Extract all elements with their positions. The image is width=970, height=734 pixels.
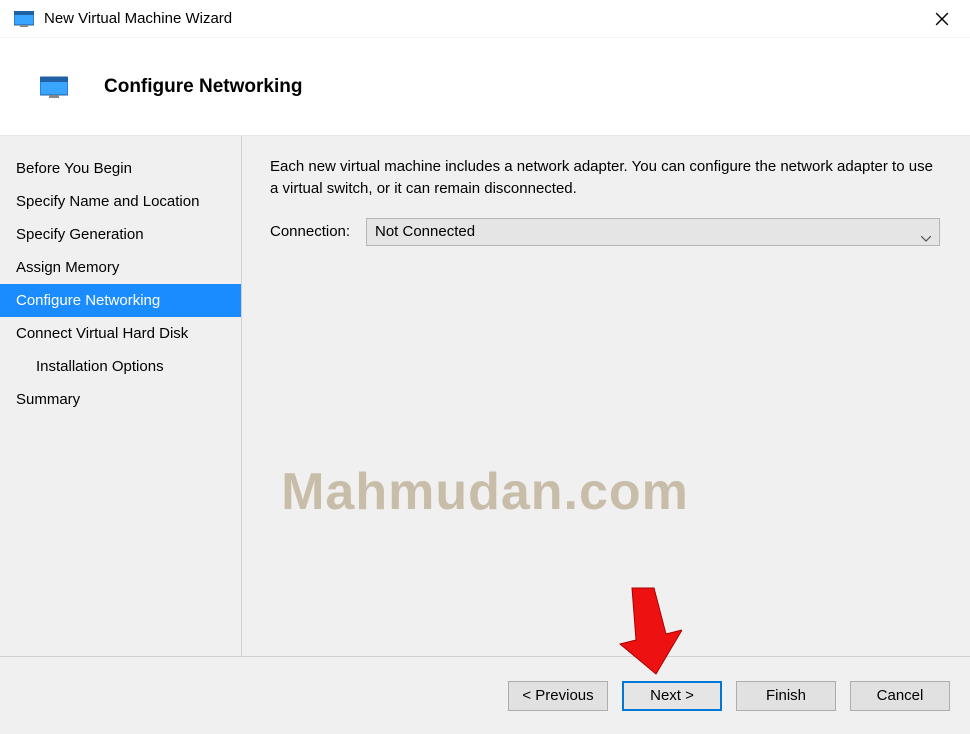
connection-row: Connection: Not Connected <box>270 218 940 246</box>
sidebar-item-configure-networking[interactable]: Configure Networking <box>0 284 241 317</box>
finish-button[interactable]: Finish <box>736 681 836 711</box>
page-title: Configure Networking <box>104 76 302 98</box>
titlebar: New Virtual Machine Wizard <box>0 0 970 38</box>
previous-button[interactable]: < Previous <box>508 681 608 711</box>
connection-value: Not Connected <box>375 223 475 240</box>
wizard-icon <box>40 76 68 98</box>
app-icon <box>14 11 34 27</box>
window-title: New Virtual Machine Wizard <box>44 10 922 27</box>
sidebar-item-summary[interactable]: Summary <box>0 383 241 416</box>
next-button[interactable]: Next > <box>622 681 722 711</box>
wizard-body: Before You Begin Specify Name and Locati… <box>0 136 970 656</box>
sidebar-item-specify-name[interactable]: Specify Name and Location <box>0 185 241 218</box>
wizard-footer: < Previous Next > Finish Cancel <box>0 656 970 734</box>
connection-dropdown[interactable]: Not Connected <box>366 218 940 246</box>
page-description: Each new virtual machine includes a netw… <box>270 156 940 200</box>
connection-label: Connection: <box>270 223 358 240</box>
close-button[interactable] <box>922 4 962 34</box>
sidebar-item-installation-options[interactable]: Installation Options <box>0 350 241 383</box>
sidebar-item-before-you-begin[interactable]: Before You Begin <box>0 152 241 185</box>
chevron-down-icon <box>921 229 931 235</box>
sidebar-item-connect-vhd[interactable]: Connect Virtual Hard Disk <box>0 317 241 350</box>
wizard-header: Configure Networking <box>0 38 970 136</box>
cancel-button[interactable]: Cancel <box>850 681 950 711</box>
wizard-sidebar: Before You Begin Specify Name and Locati… <box>0 136 242 656</box>
sidebar-item-specify-generation[interactable]: Specify Generation <box>0 218 241 251</box>
wizard-content: Each new virtual machine includes a netw… <box>242 136 970 656</box>
sidebar-item-assign-memory[interactable]: Assign Memory <box>0 251 241 284</box>
